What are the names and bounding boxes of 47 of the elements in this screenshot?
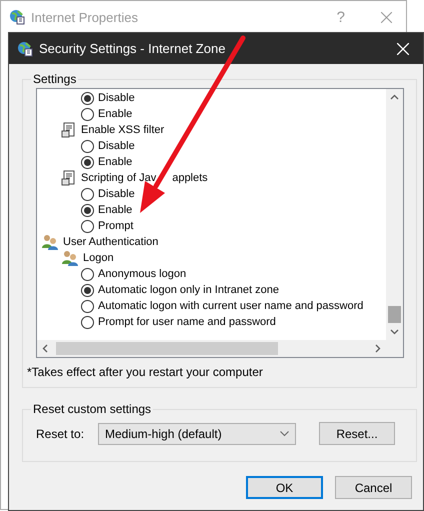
settings-list[interactable] bbox=[36, 88, 404, 358]
cancel-button[interactable]: Cancel bbox=[335, 476, 412, 499]
users-icon bbox=[61, 250, 79, 266]
ok-button[interactable]: OK bbox=[246, 476, 323, 499]
option-label[interactable]: Automatic logon only in Intranet zone bbox=[98, 284, 280, 296]
option-label[interactable]: Anonymous logon bbox=[98, 268, 186, 280]
radio-button[interactable] bbox=[81, 92, 94, 104]
chevron-down-icon bbox=[280, 430, 289, 436]
scrollbar-thumb[interactable] bbox=[56, 342, 278, 355]
radio-button[interactable] bbox=[81, 188, 94, 200]
users-icon bbox=[41, 234, 59, 250]
option-label[interactable]: Enable bbox=[98, 156, 132, 168]
radio-button[interactable] bbox=[81, 268, 94, 280]
option-label[interactable]: Prompt bbox=[98, 220, 134, 232]
settings-page-icon bbox=[61, 122, 77, 138]
setting-label: applets bbox=[172, 172, 208, 184]
option-label[interactable]: Disable bbox=[98, 188, 135, 200]
group-label: User Authentication bbox=[63, 236, 158, 248]
radio-button[interactable] bbox=[81, 284, 94, 296]
settings-page-icon bbox=[61, 170, 77, 186]
radio-button[interactable] bbox=[81, 140, 94, 152]
radio-button[interactable] bbox=[81, 220, 94, 232]
window-title: Internet Properties bbox=[31, 10, 139, 24]
globe-icon bbox=[17, 40, 33, 56]
reset-level-dropdown[interactable]: Medium-high (default) bbox=[98, 422, 296, 444]
option-label[interactable]: Disable bbox=[98, 140, 135, 152]
group-label: Logon bbox=[83, 252, 114, 264]
footnote: *Takes effect after you restart your computer bbox=[27, 365, 264, 379]
scrollbar-thumb[interactable] bbox=[388, 306, 401, 323]
option-label[interactable]: Prompt for user name and password bbox=[98, 316, 276, 328]
option-label[interactable]: Automatic logon with current user name and password bbox=[98, 300, 364, 312]
option-label[interactable]: Enable bbox=[98, 108, 132, 120]
radio-button[interactable] bbox=[81, 156, 94, 168]
radio-button[interactable] bbox=[81, 300, 94, 312]
radio-button[interactable] bbox=[81, 108, 94, 120]
reset-button[interactable]: Reset... bbox=[319, 422, 395, 445]
dialog-title: Security Settings - Internet Zone bbox=[39, 41, 226, 56]
globe-icon bbox=[9, 9, 25, 25]
radio-button[interactable] bbox=[81, 204, 94, 216]
setting-label: Scripting of Jav bbox=[81, 172, 156, 184]
option-label[interactable]: Enable bbox=[98, 204, 132, 216]
radio-button[interactable] bbox=[81, 316, 94, 328]
group-title: Reset custom settings bbox=[32, 402, 152, 416]
option-label[interactable]: Disable bbox=[98, 92, 135, 104]
field-label: Reset to: bbox=[36, 426, 86, 440]
group-title: Settings bbox=[32, 72, 78, 86]
setting-label: Enable XSS filter bbox=[81, 124, 164, 136]
